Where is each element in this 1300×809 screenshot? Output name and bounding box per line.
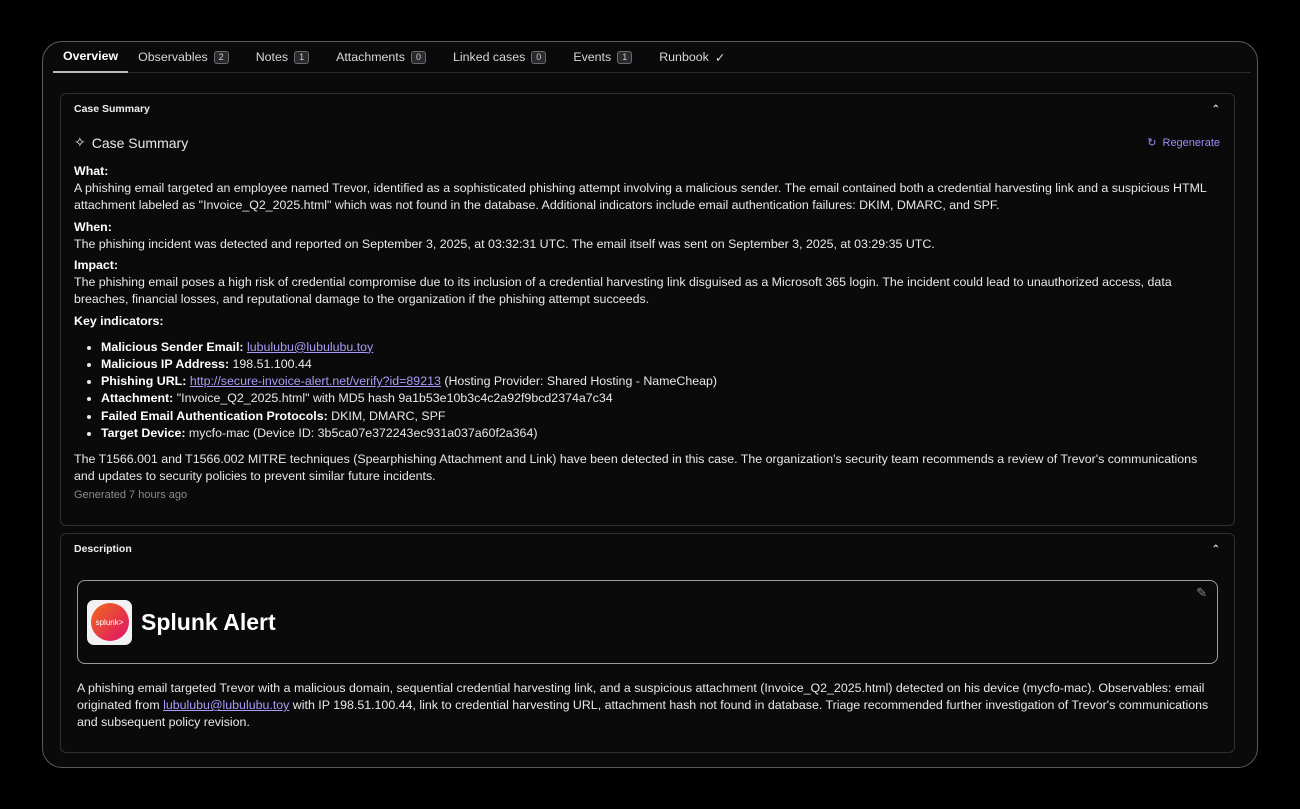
description-card: Description ⌃ splunk> Splunk Alert ✎ A ph… <box>60 533 1235 753</box>
count-badge: 1 <box>294 50 310 64</box>
splunk-logo: splunk> <box>87 599 132 645</box>
tab-attachments[interactable]: Attachments 0 <box>326 42 443 73</box>
sender-email-link[interactable]: lubulubu@lubulubu.toy <box>163 698 289 712</box>
description-header[interactable]: Description ⌃ <box>61 534 1234 564</box>
conclusion-text: The T1566.001 and T1566.002 MITRE techni… <box>74 452 1198 484</box>
generated-timestamp: Generated 7 hours ago <box>74 489 188 502</box>
summary-title: Case Summary <box>91 134 189 151</box>
impact-text: The phishing email poses a high risk of … <box>74 275 1172 307</box>
chevron-up-icon[interactable]: ⌃ <box>1212 544 1220 555</box>
tab-linked-cases[interactable]: Linked cases 0 <box>443 42 563 73</box>
when-text: The phishing incident was detected and r… <box>74 236 935 251</box>
indicator-item: Malicious IP Address: 198.51.100.44 <box>101 356 1220 373</box>
tab-observables[interactable]: Observables 2 <box>128 42 246 73</box>
phishing-url-link[interactable]: http://secure-invoice-alert.net/verify?i… <box>190 374 441 388</box>
tab-overview[interactable]: Overview <box>53 42 129 73</box>
chevron-up-icon[interactable]: ⌃ <box>1212 104 1220 115</box>
indicator-item: Target Device: mycfo-mac (Device ID: 3b5… <box>101 425 1220 442</box>
splunk-alert-banner: splunk> Splunk Alert ✎ <box>77 580 1218 664</box>
count-badge: 2 <box>213 50 229 64</box>
edit-pencil-icon[interactable]: ✎ <box>1196 585 1207 601</box>
key-indicators-label: Key indicators: <box>74 313 164 328</box>
impact-label: Impact: <box>74 258 119 273</box>
indicator-item: Phishing URL: http://secure-invoice-aler… <box>101 373 1220 390</box>
indicator-list: Malicious Sender Email: lubulubu@lubulub… <box>101 339 1220 442</box>
refresh-icon: ↻ <box>1147 137 1157 149</box>
what-text: A phishing email targeted an employee na… <box>74 181 1207 213</box>
sender-email-link[interactable]: lubulubu@lubulubu.toy <box>247 340 373 354</box>
case-summary-header[interactable]: Case Summary ⌃ <box>61 94 1234 124</box>
tab-notes[interactable]: Notes 1 <box>246 42 326 73</box>
indicator-item: Failed Email Authentication Protocols: D… <box>101 408 1220 425</box>
count-badge: 0 <box>410 50 426 64</box>
case-summary-card: Case Summary ⌃ ✧ Case Summary ↻ Regenerate … <box>60 93 1235 526</box>
when-label: When: <box>74 219 112 234</box>
tab-events[interactable]: Events 1 <box>563 42 649 73</box>
indicator-item: Attachment: "Invoice_Q2_2025.html" with … <box>101 390 1220 407</box>
count-badge: 1 <box>617 50 633 64</box>
check-icon: ✓ <box>714 50 726 65</box>
tab-runbook[interactable]: Runbook ✓ <box>649 42 742 73</box>
case-panel: Overview Observables 2 Notes 1 Attachments… <box>42 41 1258 768</box>
indicator-item: Malicious Sender Email: lubulubu@lubulub… <box>101 339 1220 356</box>
tab-bar: Overview Observables 2 Notes 1 Attachments… <box>53 42 1251 73</box>
sparkles-icon: ✧ <box>74 134 86 150</box>
alert-title: Splunk Alert <box>141 608 276 635</box>
count-badge: 0 <box>531 50 547 64</box>
regenerate-button[interactable]: ↻ Regenerate <box>1147 136 1220 150</box>
what-label: What: <box>74 164 109 178</box>
description-text: A phishing email targeted Trevor with a … <box>77 681 1209 730</box>
